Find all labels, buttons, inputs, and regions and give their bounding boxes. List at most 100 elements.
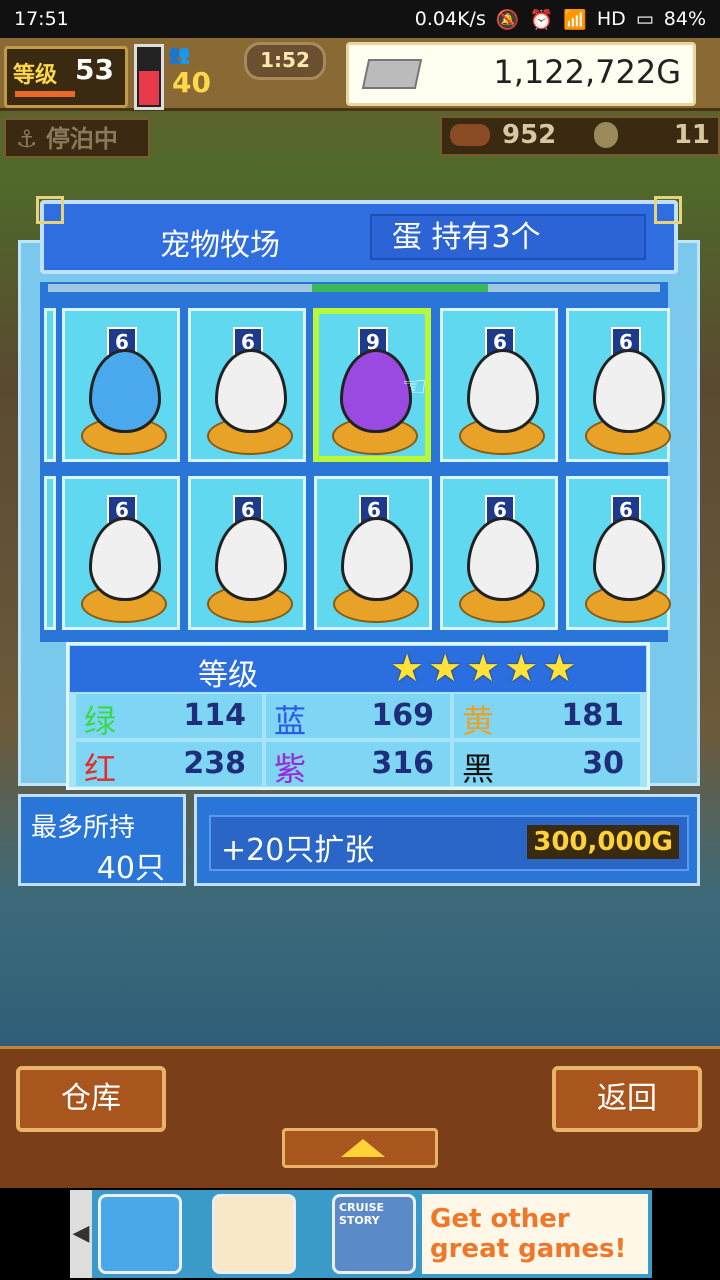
scroll-thumb[interactable] [312,284,488,292]
expand-button[interactable]: +20只扩张 300,000G [194,794,700,886]
max-holding: 最多所持 40只 [18,794,186,886]
crew-count: 👥 40 [168,44,238,100]
crew-value: 40 [172,66,211,99]
ad-promo-text[interactable]: Get other great games! [422,1194,648,1274]
stat-value: 316 [371,746,434,781]
star-icon: ★ [466,646,501,690]
white-egg-icon [593,349,665,433]
ad-prev-arrow-icon[interactable]: ◀ [70,1190,92,1278]
egg-cell[interactable]: 6 [440,308,558,462]
star-rating: ★ ★ ★ ★ ★ [390,648,576,688]
stat-key: 黑 [462,750,495,788]
level-value: 53 [75,53,114,86]
level-label: 等级 [13,63,58,88]
money-value: 1,122,722G [493,53,681,91]
stat-red: 红 238 [76,742,262,788]
resource-bar: 952 11 [440,116,720,156]
expand-menu-button[interactable] [282,1128,438,1168]
star-icon: ★ [542,646,577,690]
egg-cell[interactable]: 6 [188,308,306,462]
partial-egg-cell[interactable] [44,476,56,630]
stat-value: 238 [183,746,246,781]
stat-black: 黑 30 [454,742,640,788]
stat-value: 114 [183,698,246,733]
egg-cell[interactable]: 6 [314,476,432,630]
white-egg-icon [467,517,539,601]
white-egg-icon [593,517,665,601]
expand-button-inner[interactable]: +20只扩张 300,000G [209,815,689,871]
panel-header: 宠物牧场 蛋 持有3个 [36,196,682,274]
partial-egg-cell[interactable] [44,308,56,462]
star-icon: ★ [428,646,463,690]
white-egg-icon [215,349,287,433]
game-thumbnail-rocket[interactable] [98,1194,182,1274]
white-egg-icon [89,517,161,601]
game-thumbnail-cruise[interactable]: CRUISE STORY [332,1194,416,1274]
mute-icon: 🔕 [495,8,520,31]
stat-green: 绿 114 [76,694,262,740]
coin-value: 11 [673,120,710,150]
panel-title: 宠物牧场 [160,228,280,263]
status-bar: 17:51 0.04K/s 🔕 ⏰ 📶 HD ▭ 84% [0,0,720,38]
stamina-gauge [134,44,164,110]
crew-icon: 👥 [168,44,191,65]
corner-ornament [654,196,682,224]
game-thumbnail-fashion[interactable] [212,1194,296,1274]
battery-icon: ▭ [635,8,654,30]
stat-key: 绿 [84,702,117,740]
player-level: 等级 53 [4,46,128,108]
stat-key: 红 [84,750,117,788]
back-button[interactable]: 返回 [552,1066,702,1132]
ad-banner[interactable]: ◀ CRUISE STORY Get other great games! [70,1190,652,1278]
warehouse-button[interactable]: 仓库 [16,1066,166,1132]
stat-yellow: 黄 181 [454,694,640,740]
game-clock: 1:52 [244,42,326,80]
hd-label: HD [596,8,626,30]
egg-cell[interactable]: 6 [440,476,558,630]
stat-value: 181 [561,698,624,733]
blue-egg-icon [89,349,161,433]
wifi-icon: 📶 [563,8,587,31]
stat-value: 169 [371,698,434,733]
corner-ornament [36,196,64,224]
food-value: 952 [502,120,557,150]
up-arrow-icon [341,1139,385,1157]
white-egg-icon [215,517,287,601]
egg-count: 蛋 持有3个 [370,214,646,260]
stat-key: 黄 [462,702,495,740]
docked-status: ⚓ 停泊中 [4,118,150,158]
food-icon [450,124,490,146]
money-bill-icon [361,59,423,89]
network-speed: 0.04K/s [414,8,486,30]
stat-key: 蓝 [274,702,307,740]
pointing-hand-icon: ☜ [402,370,428,403]
stat-blue: 蓝 169 [266,694,450,740]
stat-purple: 紫 316 [266,742,450,788]
cruise-story-logo: CRUISE STORY [339,1201,385,1227]
coin-icon [594,122,618,148]
star-icon: ★ [390,646,425,690]
egg-cell[interactable]: 6 [566,308,671,462]
alarm-icon: ⏰ [529,8,554,31]
battery-percent: 84% [663,8,706,30]
status-time: 17:51 [14,8,69,30]
stat-key: 紫 [274,750,307,788]
grade-header: 等级 ★ ★ ★ ★ ★ [70,646,646,693]
money-display: 1,122,722G [346,42,696,106]
max-holding-label: 最多所持 [31,813,136,843]
white-egg-icon [341,517,413,601]
egg-cell[interactable]: 6 [62,308,180,462]
egg-cell[interactable]: 6 [566,476,671,630]
docked-label: 停泊中 [45,125,118,153]
star-icon: ★ [504,646,539,690]
grade-label: 等级 [198,658,258,693]
expand-price: 300,000G [527,825,679,859]
stamina-fill [139,71,159,105]
egg-cell[interactable]: 6 [62,476,180,630]
max-holding-value: 40只 [96,851,165,886]
expand-label: +20只扩张 [221,833,375,868]
egg-cell[interactable]: 6 [188,476,306,630]
stat-value: 30 [582,746,624,781]
exp-bar [15,91,75,97]
grid-scrollbar[interactable] [48,284,660,292]
